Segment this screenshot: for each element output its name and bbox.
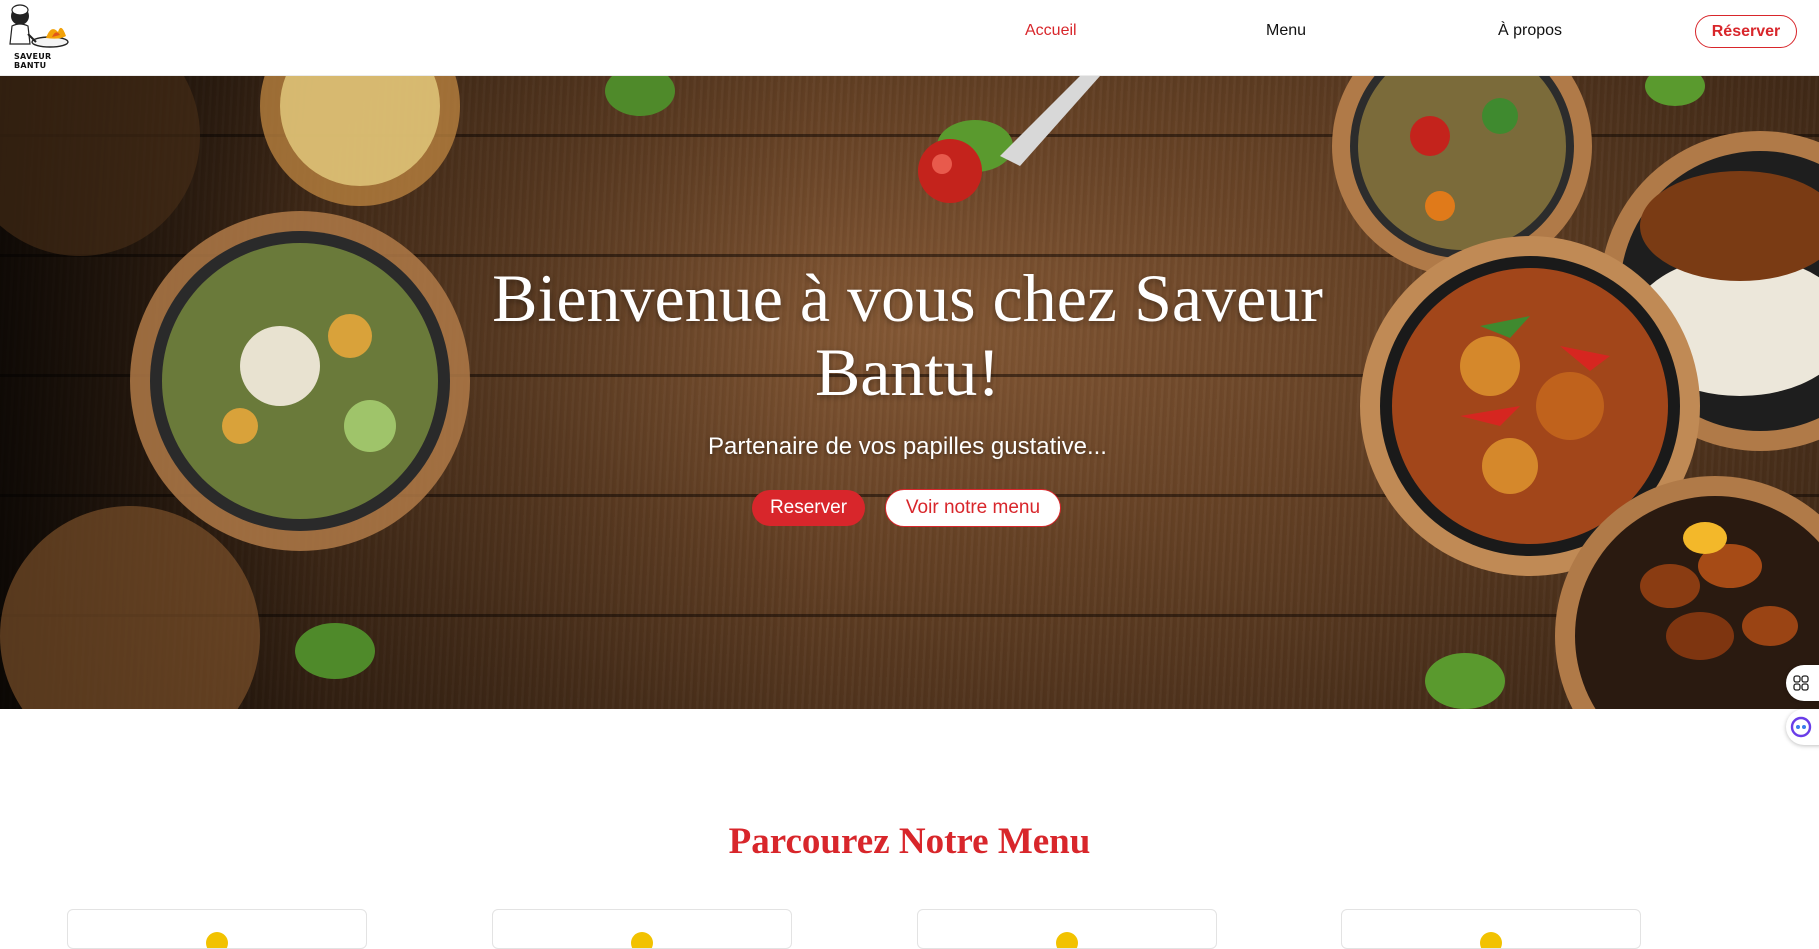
nav-link-menu[interactable]: Menu [1266,22,1306,40]
side-widget-grid[interactable] [1786,665,1819,701]
hero-title: Bienvenue à vous chez Saveur Bantu! [492,260,1323,410]
grid-icon [1793,675,1809,691]
menu-category-card[interactable] [492,909,792,949]
menu-category-card[interactable] [1341,909,1641,949]
nav-link-a-propos[interactable]: À propos [1498,22,1562,40]
logo-text: SAVEUR BANTU [14,52,52,70]
chat-assistant-icon [1790,716,1812,738]
menu-category-card[interactable] [67,909,367,949]
logo[interactable]: SAVEUR BANTU [6,2,80,70]
nav-link-accueil[interactable]: Accueil [1025,22,1077,40]
header-reserve-button[interactable]: Réserver [1695,15,1797,48]
site-header: SAVEUR BANTU Accueil Menu À propos Réser… [0,0,1819,76]
hero-banner: Bienvenue à vous chez Saveur Bantu! Part… [0,76,1819,709]
side-widget-assistant[interactable] [1786,709,1819,745]
menu-category-card[interactable] [917,909,1217,949]
hero-subtitle: Partenaire de vos papilles gustative... [708,433,1107,460]
view-menu-button[interactable]: Voir notre menu [885,489,1061,527]
hero-reserve-button[interactable]: Reserver [752,490,865,526]
menu-section-title: Parcourez Notre Menu [728,821,1091,862]
